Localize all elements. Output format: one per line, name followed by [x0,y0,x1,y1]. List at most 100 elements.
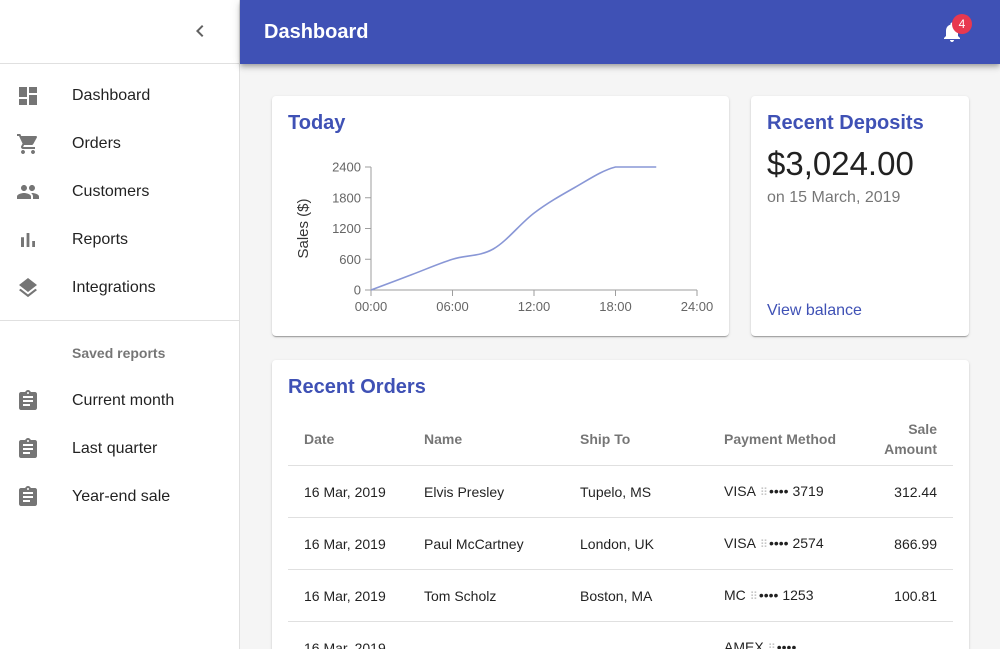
assignment-icon [16,437,72,461]
shopping-cart-icon [16,132,72,156]
sidebar-main-list: Dashboard Orders Customers Reports Integ… [0,64,239,320]
order-ship-to: London, UK [564,517,708,570]
order-date: 16 Mar, 2019 [288,621,408,649]
order-payment: VISA ⠿•••• 2574 [708,517,858,570]
order-amount: 312.44 [858,465,953,518]
column-header-payment-method: Payment Method [708,413,858,466]
svg-text:2400: 2400 [332,160,361,175]
svg-text:12:00: 12:00 [518,299,551,314]
app-bar: Dashboard 4 [240,0,1000,64]
sidebar-item-label: Last quarter [72,440,158,457]
order-name: Paul McCartney [408,517,564,570]
order-payment: AMEX ⠿•••• [708,621,858,649]
sidebar-item-orders[interactable]: Orders [0,120,239,168]
sidebar: Dashboard Orders Customers Reports Integ… [0,0,240,649]
card-brand: MC [724,586,746,603]
sales-line-chart: 0 600 1200 1800 2400 00:00 06:00 12:00 18:00 24:0… [295,160,714,315]
orders-card-title: Recent Orders [288,376,426,398]
svg-text:24:00: 24:00 [681,299,714,314]
card-chip-glyph: ⠿ [759,538,768,551]
card-masked-number: •••• 3719 [768,482,824,499]
column-header-date: Date [288,413,408,466]
sidebar-item-label: Current month [72,392,175,409]
column-header-name: Name [408,413,564,466]
main-content: Today 0 600 1200 1800 2400 00:00 06:00 12:00 18:… [240,64,1000,649]
order-name: Elvis Presley [408,465,564,518]
deposit-date: on 15 March, 2019 [767,189,901,206]
column-header-ship-to: Ship To [564,413,708,466]
column-header-sale-amount: Sale Amount [858,413,953,466]
card-brand: VISA [724,534,756,551]
sidebar-item-label: Year-end sale [72,488,171,505]
sidebar-item-dashboard[interactable]: Dashboard [0,72,239,120]
chevron-left-icon [188,19,212,46]
dashboard-icon [16,84,72,108]
table-row: 16 Mar, 2019 Elvis Presley Tupelo, MS VI… [288,465,953,518]
layers-icon [16,276,72,300]
card-brand: VISA [724,482,756,499]
recent-orders-card: Recent Orders Date Name Ship To Payment … [272,360,969,649]
collapse-drawer-button[interactable] [176,8,224,56]
sidebar-item-label: Integrations [72,279,156,296]
sidebar-item-last-quarter[interactable]: Last quarter [0,425,239,473]
card-masked-number: •••• [776,638,797,649]
deposit-amount: $3,024.00 [767,145,914,182]
order-ship-to: Boston, MA [564,569,708,622]
card-chip-glyph: ⠿ [767,642,776,649]
order-amount: 100.81 [858,569,953,622]
card-masked-number: •••• 1253 [758,586,814,603]
order-date: 16 Mar, 2019 [288,465,408,518]
bar-chart-icon [16,228,72,252]
svg-text:18:00: 18:00 [599,299,632,314]
notifications-button[interactable]: 4 [928,8,976,56]
svg-text:600: 600 [339,252,361,267]
order-ship-to [564,621,708,649]
today-sales-card: Today 0 600 1200 1800 2400 00:00 06:00 12:00 18:… [272,96,729,336]
sidebar-item-reports[interactable]: Reports [0,216,239,264]
sidebar-item-current-month[interactable]: Current month [0,377,239,425]
svg-text:06:00: 06:00 [436,299,469,314]
saved-reports-subheader: Saved reports [72,345,166,361]
sidebar-header [0,0,239,64]
order-name: Tom Scholz [408,569,564,622]
orders-table-header-row: Date Name Ship To Payment Method Sale Am… [288,413,953,466]
order-payment: MC ⠿•••• 1253 [708,569,858,622]
order-ship-to: Tupelo, MS [564,465,708,518]
sidebar-item-label: Reports [72,231,129,248]
table-row: 16 Mar, 2019 AMEX ⠿•••• [288,621,953,649]
assignment-icon [16,389,72,413]
notifications-badge: 4 [952,14,972,34]
card-chip-glyph: ⠿ [759,486,768,499]
assignment-icon [16,485,72,509]
sidebar-item-customers[interactable]: Customers [0,168,239,216]
card-brand: AMEX [724,638,764,649]
svg-text:00:00: 00:00 [355,299,388,314]
card-masked-number: •••• 2574 [768,534,824,551]
orders-table: Date Name Ship To Payment Method Sale Am… [288,413,953,649]
sidebar-item-label: Customers [72,183,150,200]
sidebar-item-label: Orders [72,135,121,152]
table-row: 16 Mar, 2019 Tom Scholz Boston, MA MC ⠿••… [288,569,953,622]
svg-text:1200: 1200 [332,221,361,236]
order-payment: VISA ⠿•••• 3719 [708,465,858,518]
sidebar-item-year-end-sale[interactable]: Year-end sale [0,473,239,521]
sidebar-item-label: Dashboard [72,87,151,104]
svg-text:Sales ($): Sales ($) [295,198,312,258]
svg-text:0: 0 [354,283,361,298]
card-chip-glyph: ⠿ [749,590,758,603]
people-icon [16,180,72,204]
order-date: 16 Mar, 2019 [288,517,408,570]
bell-icon: 4 [940,14,972,44]
table-row: 16 Mar, 2019 Paul McCartney London, UK V… [288,517,953,570]
order-date: 16 Mar, 2019 [288,569,408,622]
page-title: Dashboard [264,20,369,43]
order-name [408,621,564,649]
order-amount: 866.99 [858,517,953,570]
order-amount [858,621,953,649]
recent-deposits-card: Recent Deposits $3,024.00 on 15 March, 2… [751,96,969,336]
view-balance-link[interactable]: View balance [767,302,953,320]
sidebar-item-integrations[interactable]: Integrations [0,264,239,312]
deposits-card-title: Recent Deposits [767,112,924,134]
sidebar-saved-list: Saved reports Current month Last quarter… [0,321,239,529]
svg-text:1800: 1800 [332,190,361,205]
